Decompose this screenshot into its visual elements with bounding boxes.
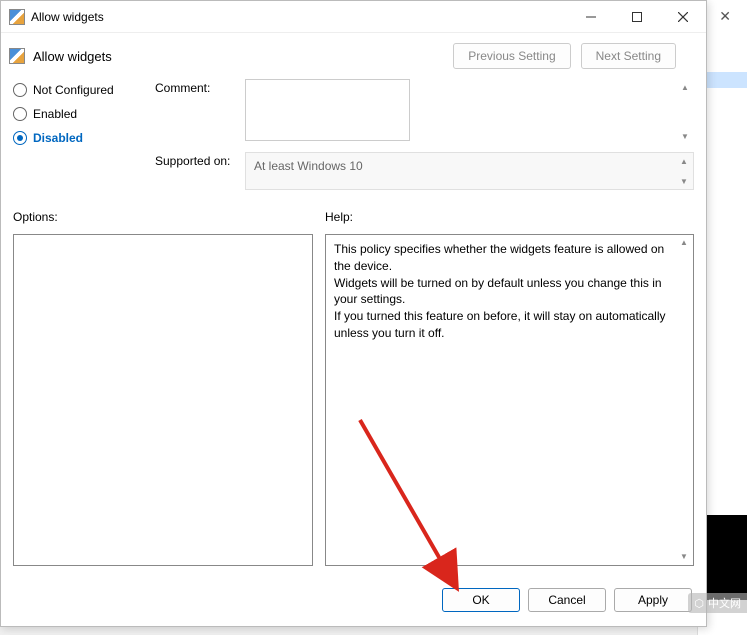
radio-group: Not Configured Enabled Disabled — [13, 79, 143, 198]
fields-column: Comment: ▲ ▼ Supported on: At least Wind… — [155, 79, 694, 198]
supported-label: Supported on: — [155, 152, 235, 190]
comment-label: Comment: — [155, 79, 235, 144]
panels-row: Options: Help: This policy specifies whe… — [1, 198, 706, 578]
watermark-logo-icon: ⬡ — [694, 597, 704, 610]
config-area: Not Configured Enabled Disabled Comment:… — [1, 75, 706, 198]
scroll-down-icon[interactable]: ▼ — [677, 129, 693, 143]
watermark-text: 中文网 — [708, 595, 741, 611]
bg-close-icon[interactable]: ✕ — [719, 8, 731, 25]
window-icon — [9, 9, 25, 25]
bg-highlight-strip — [702, 72, 747, 88]
policy-icon — [9, 48, 25, 64]
radio-label: Disabled — [33, 131, 83, 145]
options-label: Options: — [13, 210, 313, 224]
header-row: Allow widgets Previous Setting Next Sett… — [1, 33, 706, 75]
bg-dark-strip — [702, 515, 747, 600]
close-button[interactable] — [660, 1, 706, 33]
supported-row: Supported on: At least Windows 10 ▲ ▼ — [155, 152, 694, 190]
ok-button[interactable]: OK — [442, 588, 520, 612]
apply-button[interactable]: Apply — [614, 588, 692, 612]
radio-label: Not Configured — [33, 83, 114, 97]
supported-value-box: At least Windows 10 ▲ ▼ — [245, 152, 694, 190]
options-box — [13, 234, 313, 566]
previous-setting-button[interactable]: Previous Setting — [453, 43, 570, 69]
help-text: This policy specifies whether the widget… — [334, 241, 685, 342]
supported-scrollbar: ▲ ▼ — [676, 154, 692, 188]
scroll-down-icon: ▼ — [676, 174, 692, 188]
minimize-icon — [586, 12, 596, 22]
radio-disabled[interactable]: Disabled — [13, 131, 143, 145]
radio-label: Enabled — [33, 107, 77, 121]
comment-input[interactable] — [245, 79, 410, 141]
comment-row: Comment: ▲ ▼ — [155, 79, 694, 144]
dialog-footer: OK Cancel Apply — [1, 578, 706, 626]
radio-icon — [13, 107, 27, 121]
dialog-window: Allow widgets Allow widgets Previous Set… — [0, 0, 707, 627]
nav-buttons: Previous Setting Next Setting — [453, 43, 694, 69]
help-box: This policy specifies whether the widget… — [325, 234, 694, 566]
next-setting-button[interactable]: Next Setting — [581, 43, 676, 69]
policy-title: Allow widgets — [33, 49, 112, 64]
options-panel: Options: — [13, 210, 313, 566]
supported-value: At least Windows 10 — [254, 159, 363, 173]
cancel-button[interactable]: Cancel — [528, 588, 606, 612]
maximize-icon — [632, 12, 642, 22]
close-icon — [678, 12, 688, 22]
radio-enabled[interactable]: Enabled — [13, 107, 143, 121]
watermark: ⬡ 中文网 — [688, 593, 747, 613]
radio-icon — [13, 83, 27, 97]
window-controls — [568, 1, 706, 33]
scroll-up-icon: ▲ — [676, 154, 692, 168]
radio-icon — [13, 131, 27, 145]
radio-not-configured[interactable]: Not Configured — [13, 83, 143, 97]
help-scrollbar[interactable]: ▲ ▼ — [676, 236, 692, 564]
minimize-button[interactable] — [568, 1, 614, 33]
titlebar[interactable]: Allow widgets — [1, 1, 706, 33]
scroll-down-icon[interactable]: ▼ — [676, 550, 692, 564]
help-panel: Help: This policy specifies whether the … — [325, 210, 694, 566]
maximize-button[interactable] — [614, 1, 660, 33]
scroll-up-icon[interactable]: ▲ — [676, 236, 692, 250]
scroll-up-icon[interactable]: ▲ — [677, 80, 693, 94]
window-title: Allow widgets — [31, 10, 568, 24]
help-label: Help: — [325, 210, 694, 224]
comment-scrollbar[interactable]: ▲ ▼ — [677, 80, 693, 143]
